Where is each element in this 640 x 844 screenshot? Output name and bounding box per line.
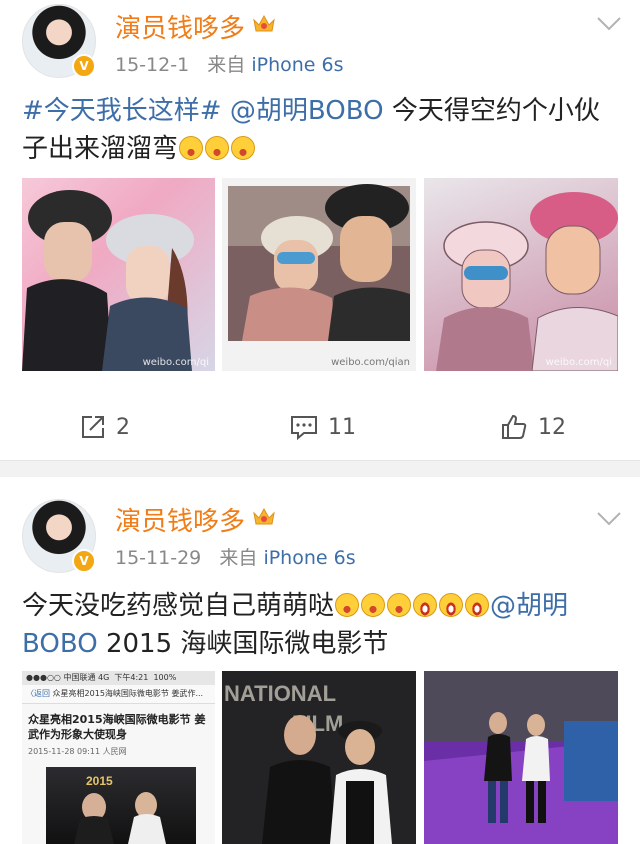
verified-badge-icon: V — [72, 549, 96, 573]
weibo-post: V 演员钱哆多 15-11-29 来自 iPhone 6s 今天没吃药感觉自己萌… — [0, 477, 640, 844]
crown-icon — [253, 14, 275, 32]
source-device[interactable]: iPhone 6s — [263, 547, 355, 569]
emoji-icon — [231, 136, 256, 160]
post-meta: 15-11-29 来自 iPhone 6s — [115, 543, 356, 570]
repost-count: 2 — [116, 414, 130, 440]
repost-button[interactable]: 2 — [80, 407, 130, 447]
phone-screenshot: ●●●○○ 中国联通 4G 下午4:21 100% 〈返回 众星亮相2015海峡… — [22, 671, 215, 844]
post-date: 15-12-1 — [115, 54, 190, 76]
chevron-down-icon[interactable] — [596, 511, 622, 527]
emoji-icon — [205, 136, 230, 160]
post-photo[interactable] — [424, 671, 618, 844]
article-headline: 众星亮相2015海峡国际微电影节 姜武作为形象大使现身 — [28, 713, 206, 741]
thumbs-up-icon — [502, 414, 527, 439]
back-label: 〈返回 — [26, 689, 50, 698]
chevron-down-icon[interactable] — [596, 16, 622, 32]
post-photo[interactable]: NATIONAL FILM — [222, 671, 416, 844]
post-body: 今天没吃药感觉自己萌萌哒 — [22, 591, 335, 621]
source-prefix: 来自 — [219, 547, 258, 569]
article-date-value: 2015-11-28 09:11 — [28, 747, 101, 756]
laughing-emoji-icon — [439, 593, 464, 617]
username[interactable]: 演员钱哆多 — [115, 501, 245, 538]
article-date: 2015-11-28 09:11 人民网 — [22, 744, 215, 759]
comment-bubble-icon — [291, 416, 317, 440]
comment-button[interactable]: 11 — [290, 407, 356, 447]
like-count: 12 — [538, 414, 566, 440]
laughing-emoji-icon — [413, 593, 438, 617]
post-photo[interactable]: weibo.com/qi — [22, 178, 215, 371]
article-source: 人民网 — [102, 747, 127, 756]
photo-illustration: NATIONAL FILM — [222, 671, 416, 844]
photo-watermark: weibo.com/qi — [545, 357, 612, 368]
verified-badge-icon: V — [72, 54, 96, 78]
emoji-icon — [361, 593, 386, 617]
hashtag-link[interactable]: #今天我长这样# — [22, 96, 222, 126]
photo-illustration — [228, 184, 410, 341]
phone-status-bar: ●●●○○ 中国联通 4G 下午4:21 100% — [22, 671, 215, 685]
emoji-icon — [179, 136, 204, 160]
battery-label: 100% — [153, 673, 177, 682]
time-label: 下午4:21 — [114, 673, 149, 682]
share-box-icon — [82, 416, 104, 438]
article-image: 2015 — [46, 767, 196, 844]
photo-illustration — [22, 190, 194, 371]
post-divider — [0, 460, 640, 477]
post-tail: 2015 海峡国际微电影节 — [105, 629, 389, 659]
emoji-icon — [387, 593, 412, 617]
post-meta: 15-12-1 来自 iPhone 6s — [115, 50, 344, 77]
photo-illustration — [436, 192, 618, 371]
comment-count: 11 — [328, 414, 356, 440]
username[interactable]: 演员钱哆多 — [115, 8, 245, 45]
weibo-post: V 演员钱哆多 15-12-1 来自 iPhone 6s #今天我长这样# @胡… — [0, 0, 640, 456]
post-date: 15-11-29 — [115, 547, 202, 569]
mention-link[interactable]: @胡明BOBO — [230, 96, 384, 126]
svg-text:2015: 2015 — [86, 774, 113, 788]
photo-watermark: weibo.com/qi — [142, 357, 209, 368]
photo-watermark: weibo.com/qian — [331, 357, 410, 368]
crown-icon — [253, 507, 275, 525]
like-button[interactable]: 12 — [500, 407, 566, 447]
source-prefix: 来自 — [207, 54, 246, 76]
post-photo[interactable]: ●●●○○ 中国联通 4G 下午4:21 100% 〈返回 众星亮相2015海峡… — [22, 671, 215, 844]
post-photo[interactable]: weibo.com/qian — [222, 178, 416, 371]
post-photo[interactable]: weibo.com/qi — [424, 178, 618, 371]
photo-illustration: 2015 — [74, 774, 166, 844]
svg-text:NATIONAL: NATIONAL — [224, 681, 336, 706]
post-text: #今天我长这样# @胡明BOBO 今天得空约个小伙子出来溜溜弯 — [22, 92, 622, 168]
action-bar: 2 11 12 — [0, 407, 640, 447]
source-device[interactable]: iPhone 6s — [251, 54, 343, 76]
phone-nav-bar: 〈返回 众星亮相2015海峡国际微电影节 姜武作... — [22, 685, 215, 704]
nav-title: 众星亮相2015海峡国际微电影节 姜武作... — [52, 689, 204, 698]
carrier-label: ●●●○○ 中国联通 4G — [26, 673, 110, 682]
emoji-icon — [335, 593, 360, 617]
post-text: 今天没吃药感觉自己萌萌哒 @胡明BOBO 2015 海峡国际微电影节 — [22, 587, 622, 663]
photo-illustration — [424, 671, 618, 844]
laughing-emoji-icon — [465, 593, 490, 617]
